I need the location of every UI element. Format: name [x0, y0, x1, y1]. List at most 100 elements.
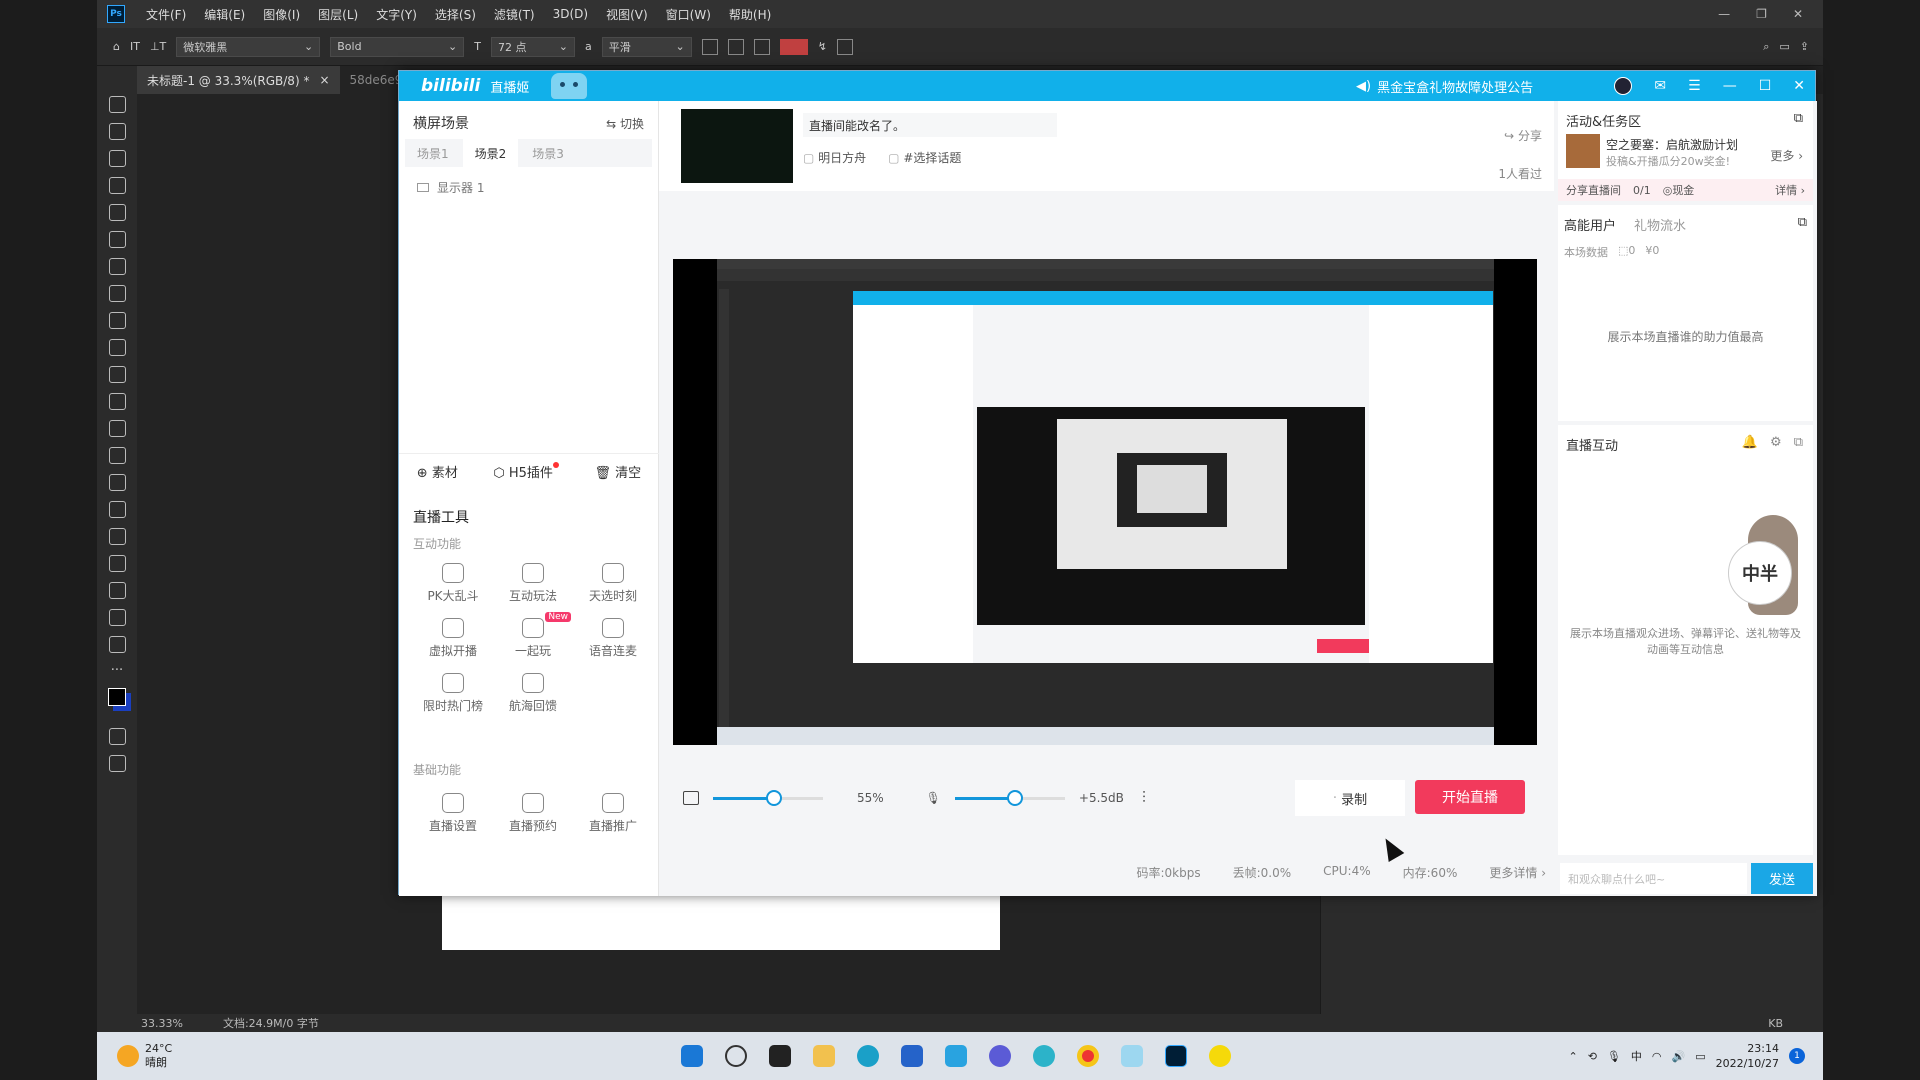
- start-live-button[interactable]: 开始直播: [1415, 780, 1525, 814]
- search-icon[interactable]: [721, 1041, 751, 1071]
- tool-lottery[interactable]: 天选时刻: [573, 563, 653, 604]
- font-style-select[interactable]: Bold ⌄: [330, 36, 465, 57]
- switch-button[interactable]: ⇆ 切换: [606, 115, 644, 132]
- text-color-swatch[interactable]: [779, 38, 808, 55]
- bell-icon[interactable]: 🔔: [1742, 435, 1758, 454]
- store-icon[interactable]: [897, 1041, 927, 1071]
- stamp-tool-icon[interactable]: [108, 339, 126, 356]
- frame-tool-icon[interactable]: [108, 231, 126, 248]
- eyedropper-icon[interactable]: [108, 258, 126, 275]
- rectangle-tool-icon[interactable]: [108, 582, 126, 599]
- notification-badge[interactable]: 1: [1789, 1048, 1805, 1064]
- gear-icon[interactable]: ⚙: [1770, 435, 1782, 454]
- tool-live-settings[interactable]: 直播设置: [413, 793, 493, 834]
- volume-icon[interactable]: 🔊: [1671, 1050, 1685, 1063]
- font-size-select[interactable]: 72 点 ⌄: [491, 36, 575, 57]
- live-title-input[interactable]: 直播间能改名了。: [803, 113, 1057, 137]
- dodge-icon[interactable]: [108, 474, 126, 491]
- search-icon[interactable]: ⌕: [1763, 40, 1769, 54]
- warp-text-icon[interactable]: ↯: [818, 40, 827, 53]
- menu-filter[interactable]: 滤镜(T): [485, 6, 544, 23]
- magic-wand-icon[interactable]: [108, 177, 126, 194]
- path-select-icon[interactable]: [108, 555, 126, 572]
- maximize-icon[interactable]: ☐: [1759, 78, 1772, 94]
- microphone-icon[interactable]: 🎙: [926, 791, 941, 805]
- share-icon[interactable]: ⇪: [1800, 40, 1809, 53]
- add-material-button[interactable]: ⊕ 素材: [417, 462, 458, 481]
- workspace-icon[interactable]: ▭: [1779, 40, 1789, 53]
- lasso-tool-icon[interactable]: [108, 150, 126, 167]
- menu-window[interactable]: 窗口(W): [657, 6, 720, 23]
- bili-live-taskbar-icon[interactable]: [1117, 1041, 1147, 1071]
- weather-widget[interactable]: 24°C 晴朗: [97, 1042, 172, 1070]
- menu-view[interactable]: 视图(V): [597, 6, 657, 23]
- menu-3d[interactable]: 3D(D): [544, 7, 597, 21]
- more-tools-icon[interactable]: ···: [111, 663, 123, 678]
- brush-tool-icon[interactable]: [108, 312, 126, 329]
- edge-icon[interactable]: [853, 1041, 883, 1071]
- volume-slider[interactable]: [713, 789, 823, 806]
- zoom-level[interactable]: 33.33%: [141, 1017, 183, 1030]
- avatar[interactable]: [1614, 77, 1633, 95]
- quick-mask-icon[interactable]: [108, 728, 126, 745]
- mic-tray-icon[interactable]: 🎙: [1607, 1050, 1621, 1063]
- announcement[interactable]: ◀) 黑金宝盒礼物故障处理公告: [1356, 71, 1533, 101]
- ime-icon[interactable]: 中: [1631, 1048, 1642, 1064]
- close-tab-icon[interactable]: ×: [319, 73, 329, 87]
- menu-type[interactable]: 文字(Y): [367, 6, 426, 23]
- menu-help[interactable]: 帮助(H): [720, 6, 780, 23]
- zoom-tool-icon[interactable]: [108, 636, 126, 653]
- eraser-icon[interactable]: [108, 393, 126, 410]
- menu-icon[interactable]: ☰: [1688, 78, 1701, 94]
- history-brush-icon[interactable]: [108, 366, 126, 383]
- tab-scene-2[interactable]: 场景2: [462, 139, 519, 167]
- tool-virtual-live[interactable]: 虚拟开播: [413, 618, 493, 659]
- menu-select[interactable]: 选择(S): [426, 6, 485, 23]
- speaker-icon[interactable]: [683, 791, 699, 805]
- network-icon[interactable]: ⟲: [1588, 1050, 1597, 1063]
- mixer-icon[interactable]: ⫶: [1142, 788, 1146, 808]
- h5-plugin-button[interactable]: ⬡ H5插件: [493, 462, 559, 481]
- minimize-icon[interactable]: —: [1723, 78, 1737, 94]
- task-view-icon[interactable]: [765, 1041, 795, 1071]
- details-link[interactable]: 详情 ›: [1775, 182, 1805, 198]
- tab-gift-flow[interactable]: 礼物流水: [1634, 215, 1686, 234]
- align-right-icon[interactable]: [753, 38, 770, 55]
- tool-hot-rank[interactable]: 限时热门榜: [413, 673, 493, 714]
- app-icon-3[interactable]: [1205, 1041, 1235, 1071]
- tool-interactive-play[interactable]: 互动玩法: [493, 563, 573, 604]
- tool-voice-link[interactable]: 语音连麦: [573, 618, 653, 659]
- chrome-icon[interactable]: [1073, 1041, 1103, 1071]
- record-button[interactable]: · 录制: [1295, 780, 1405, 816]
- doc-tab-active[interactable]: 未标题-1 @ 33.3%(RGB/8) * ×: [137, 66, 340, 94]
- color-swatches[interactable]: [108, 688, 126, 706]
- home-icon[interactable]: ⌂: [113, 40, 120, 53]
- orientation-icon[interactable]: ⊥T: [150, 40, 166, 53]
- tool-voyage-reward[interactable]: 航海回馈: [493, 673, 573, 714]
- tab-scene-3[interactable]: 场景3: [520, 139, 576, 167]
- tool-live-schedule[interactable]: 直播预约: [493, 793, 573, 834]
- start-icon[interactable]: [677, 1041, 707, 1071]
- hand-tool-icon[interactable]: [108, 609, 126, 626]
- antialias-select[interactable]: 平滑 ⌄: [601, 36, 692, 57]
- share-button[interactable]: ↪ 分享: [1498, 117, 1542, 155]
- live-cover[interactable]: [681, 109, 793, 183]
- align-center-icon[interactable]: [727, 38, 744, 55]
- app-icon[interactable]: [985, 1041, 1015, 1071]
- live-preview[interactable]: [673, 259, 1537, 745]
- photoshop-icon[interactable]: [1161, 1041, 1191, 1071]
- healing-brush-icon[interactable]: [108, 285, 126, 302]
- more-details-link[interactable]: 更多详情 ›: [1489, 864, 1546, 881]
- menu-edit[interactable]: 编辑(E): [195, 6, 254, 23]
- restore-icon[interactable]: ❐: [1756, 7, 1767, 21]
- marquee-tool-icon[interactable]: [108, 123, 126, 140]
- character-panel-icon[interactable]: [836, 38, 853, 55]
- vscode-like-icon[interactable]: [941, 1041, 971, 1071]
- pen-tool-icon[interactable]: [108, 501, 126, 518]
- close-icon[interactable]: ✕: [1793, 78, 1805, 94]
- type-tool-icon[interactable]: [108, 528, 126, 545]
- align-left-icon[interactable]: [701, 38, 718, 55]
- popout-icon[interactable]: ⧉: [1798, 215, 1807, 234]
- move-tool-icon[interactable]: [108, 96, 126, 113]
- source-display-1[interactable]: 显示器 1: [399, 167, 658, 208]
